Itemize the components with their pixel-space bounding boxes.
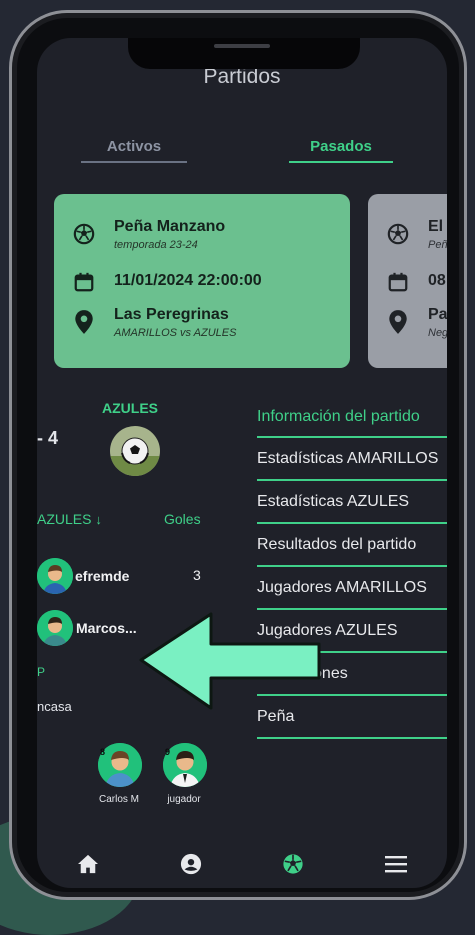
- ball-icon: [382, 218, 414, 250]
- tab-activos[interactable]: Activos: [81, 138, 187, 163]
- card-venue-row: Pa Neg: [382, 306, 447, 339]
- card-season: Peñ: [428, 239, 447, 251]
- menu-item-stats-amarillos[interactable]: Estadísticas AMARILLOS: [257, 438, 447, 481]
- team-name: AZULES: [102, 400, 158, 416]
- card-venue: Pa: [428, 306, 447, 324]
- ball-icon[interactable]: [273, 844, 313, 884]
- bench-player[interactable]: 8: [98, 743, 142, 787]
- card-matchup: Neg: [428, 327, 447, 339]
- menu-item-results[interactable]: Resultados del partido: [257, 524, 447, 567]
- menu-item-stats-azules[interactable]: Estadísticas AZULES: [257, 481, 447, 524]
- speaker-grille: [214, 44, 270, 48]
- ball-icon: [68, 218, 100, 250]
- player-number: 9: [165, 747, 170, 757]
- card-team-row: El Peñ: [382, 218, 447, 251]
- player-number: 8: [100, 747, 105, 757]
- app-screen: Partidos Activos Pasados Peña Manzano te…: [37, 38, 447, 888]
- menu-item-info[interactable]: Información del partido: [257, 398, 447, 438]
- players-header-team[interactable]: AZULES ↓: [37, 511, 102, 527]
- player-row[interactable]: efremde: [37, 558, 129, 594]
- location-icon: [382, 306, 414, 338]
- player-name: efremde: [75, 568, 129, 584]
- player-name: Marcos...: [76, 620, 137, 636]
- players-header-label: AZULES: [37, 511, 91, 527]
- card-datetime: 11/01/2024 22:00:00: [114, 272, 262, 290]
- card-team-row: Peña Manzano temporada 23-24: [68, 218, 225, 251]
- card-date-row: 08: [382, 266, 446, 298]
- bench-player[interactable]: 9: [163, 743, 207, 787]
- match-card[interactable]: Peña Manzano temporada 23-24 11/01/2024 …: [54, 194, 350, 368]
- player-avatar: [37, 558, 73, 594]
- card-team-name: Peña Manzano: [114, 218, 225, 236]
- team-icon[interactable]: [171, 844, 211, 884]
- player-avatar: [37, 610, 73, 646]
- card-venue-row: Las Peregrinas AMARILLOS vs AZULES: [68, 306, 236, 339]
- card-season: temporada 23-24: [114, 239, 225, 251]
- card-venue: Las Peregrinas: [114, 306, 236, 324]
- team-logo: [110, 426, 160, 476]
- calendar-icon: [382, 266, 414, 298]
- section-marker: P: [37, 665, 45, 679]
- card-datetime: 08: [428, 272, 446, 290]
- tab-pasados[interactable]: Pasados: [289, 138, 393, 163]
- location-icon: [68, 306, 100, 338]
- player-extra: ncasa: [37, 699, 72, 714]
- card-matchup: AMARILLOS vs AZULES: [114, 327, 236, 339]
- sort-arrow-icon: ↓: [95, 512, 102, 527]
- player-row[interactable]: Marcos...: [37, 610, 137, 646]
- bench-player-name: Carlos M: [84, 794, 154, 805]
- bench-player-name: jugador: [149, 794, 219, 805]
- menu-icon[interactable]: [376, 844, 416, 884]
- player-goals: 3: [193, 567, 201, 583]
- match-card-next[interactable]: El Peñ 08 Pa Neg: [368, 194, 447, 368]
- phone-notch: [128, 38, 360, 69]
- players-header-goals: Goles: [164, 511, 201, 527]
- menu-item-players-amarillos[interactable]: Jugadores AMARILLOS: [257, 567, 447, 610]
- calendar-icon: [68, 266, 100, 298]
- home-icon[interactable]: [68, 844, 108, 884]
- card-date-row: 11/01/2024 22:00:00: [68, 266, 262, 298]
- arrow-left-icon: [139, 612, 323, 712]
- card-team-name: El: [428, 218, 447, 236]
- bottom-nav: [37, 840, 447, 888]
- match-score: - 4: [37, 428, 58, 449]
